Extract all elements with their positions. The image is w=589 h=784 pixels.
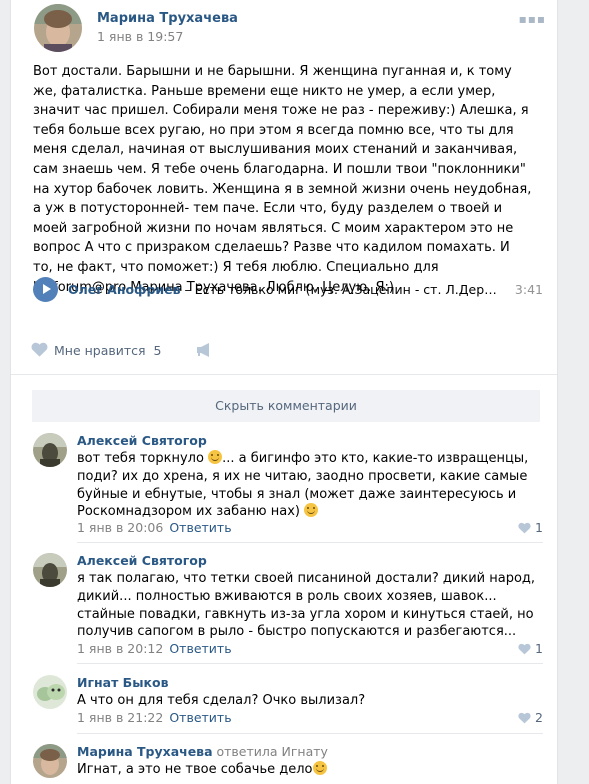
more-actions-icon[interactable]: ▪▪▪ [519, 12, 546, 26]
comment-divider [77, 542, 543, 543]
comment-avatar-image [33, 433, 67, 467]
comment-avatar[interactable] [33, 433, 67, 467]
comment-meta: 1 янв в 21:22 Ответить [77, 710, 232, 725]
like-count: 5 [153, 343, 162, 358]
comment-text-part: Игнат, а это не твое собачье дело [77, 762, 313, 777]
play-icon[interactable] [33, 277, 58, 302]
audio-attachment[interactable]: Олег Анофриев – Есть только миг (муз. А.… [33, 276, 543, 304]
wall-post-card: Марина Трухачева 1 янв в 19:57 ▪▪▪ Вот д… [10, 0, 558, 784]
reply-button[interactable]: Ответить [169, 710, 231, 725]
heart-icon [518, 712, 531, 724]
comment-meta: 1 янв в 20:06 Ответить [77, 520, 232, 535]
reply-to-label[interactable]: ответила Игнату [213, 744, 328, 759]
wink-emoji-icon [208, 450, 223, 464]
comment-like-button[interactable]: 2 [518, 710, 543, 725]
post-text: Вот достали. Барышни и не барышни. Я жен… [33, 64, 532, 295]
comment: Марина Трухачева ответила Игнату Игнат, … [33, 744, 543, 784]
comment-avatar[interactable] [33, 744, 67, 778]
comment-like-count: 1 [535, 520, 543, 535]
divider [11, 374, 557, 375]
author-avatar[interactable] [34, 4, 82, 52]
comment-meta: 1 янв в 20:12 Ответить [77, 641, 232, 656]
share-icon[interactable] [196, 343, 212, 357]
heart-icon [518, 643, 531, 655]
comment-avatar[interactable] [33, 675, 67, 709]
reply-button[interactable]: Ответить [169, 520, 231, 535]
post-date[interactable]: 1 янв в 19:57 [97, 29, 183, 44]
comment-like-count: 2 [535, 710, 543, 725]
comment-text: А что он для тебя сделал? Очко вылизал? [77, 693, 366, 708]
heart-icon[interactable] [31, 342, 48, 357]
comment-divider [77, 663, 543, 664]
audio-duration: 3:41 [514, 282, 543, 297]
like-label: Мне нравится [54, 343, 146, 358]
comment-date[interactable]: 1 янв в 20:06 [77, 520, 163, 535]
comment-author-line: Марина Трухачева ответила Игнату [77, 744, 328, 759]
comment-divider [77, 733, 543, 734]
hide-comments-button[interactable]: Скрыть комментарии [32, 390, 540, 422]
audio-artist[interactable]: Олег Анофриев [68, 282, 181, 297]
comment-date[interactable]: 1 янв в 21:22 [77, 710, 163, 725]
comment-like-button[interactable]: 1 [518, 641, 543, 656]
post-header: Марина Трухачева 1 янв в 19:57 ▪▪▪ [34, 2, 546, 54]
audio-title: – Есть только миг (муз. А.Зацепин - ст. … [180, 282, 503, 297]
author-avatar-image [34, 4, 82, 52]
comment-like-button[interactable]: 1 [518, 520, 543, 535]
comment-like-count: 1 [535, 641, 543, 656]
post-author[interactable]: Марина Трухачева [97, 11, 238, 26]
heart-icon [518, 522, 531, 534]
comment-author[interactable]: Игнат Быков [77, 675, 168, 690]
comment-date[interactable]: 1 янв в 20:12 [77, 641, 163, 656]
smile-emoji-icon [312, 761, 327, 775]
comment-author[interactable]: Алексей Святогор [77, 433, 207, 448]
comment: Алексей Святогор вот тебя торкнуло ... а… [33, 433, 543, 543]
comment-avatar-image [33, 553, 67, 587]
comment-author[interactable]: Алексей Святогор [77, 553, 207, 568]
comment-text: я так полагаю, что тетки своей писаниной… [77, 571, 536, 640]
audio-track[interactable]: Олег Анофриев – Есть только миг (муз. А.… [68, 282, 503, 297]
comment-text: вот тебя торкнуло ... а бигинфо это кто,… [77, 450, 542, 521]
comment: Игнат Быков А что он для тебя сделал? Оч… [33, 675, 543, 734]
comment-avatar-image [33, 744, 67, 778]
wink-emoji-icon [304, 503, 319, 518]
comment-author[interactable]: Марина Трухачева [77, 744, 213, 759]
reply-button[interactable]: Ответить [169, 641, 231, 656]
like-button[interactable]: Мне нравится 5 [54, 343, 161, 358]
comment-text: Игнат, а это не твое собачье дело [77, 761, 542, 779]
comment-text-part: вот тебя торкнуло [77, 451, 209, 466]
comment: Алексей Святогор я так полагаю, что тетк… [33, 553, 543, 664]
comment-avatar[interactable] [33, 553, 67, 587]
comment-avatar-image [33, 675, 67, 709]
